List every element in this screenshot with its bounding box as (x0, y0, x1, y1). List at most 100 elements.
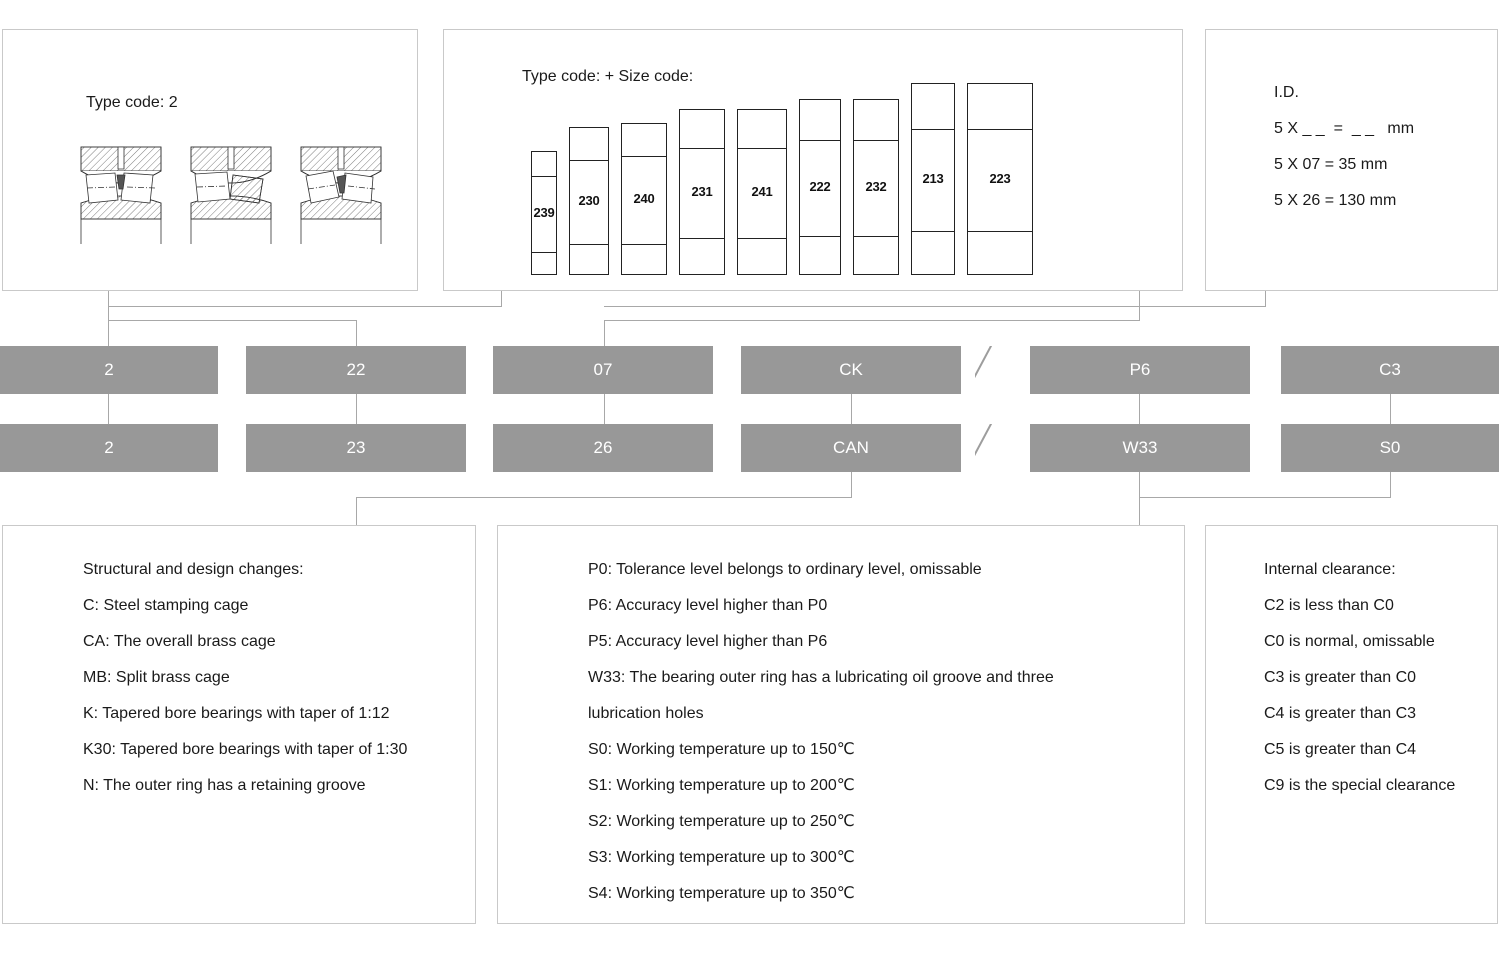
bar-segment-divider (738, 238, 786, 239)
size-code-bar-label: 230 (578, 193, 600, 208)
clearance-line: C2 is less than C0 (1264, 597, 1394, 614)
code-chip-row2-5[interactable]: S0 (1281, 424, 1499, 472)
connector-line (604, 306, 1266, 307)
structural-changes-panel: Structural and design changes: C: Steel … (2, 525, 476, 924)
bar-segment-divider (532, 252, 556, 253)
bar-segment-divider (968, 129, 1032, 130)
bar-segment-divider (854, 236, 898, 237)
bar-segment-divider (570, 160, 608, 161)
size-code-bar-label: 223 (989, 171, 1011, 186)
id-title: I.D. (1274, 84, 1299, 101)
internal-clearance-panel: Internal clearance: C2 is less than C0 C… (1205, 525, 1498, 924)
structural-changes-list: Structural and design changes: C: Steel … (83, 552, 407, 804)
connector-line (851, 472, 852, 498)
code-chip-row2-4[interactable]: W33 (1030, 424, 1250, 472)
connector-line (604, 320, 1139, 321)
id-line: 5 X _ _ = _ _ mm (1274, 120, 1415, 137)
spherical-roller-bearing-icon (300, 146, 382, 244)
inner-diameter-list: I.D. 5 X _ _ = _ _ mm 5 X 07 = 35 mm 5 X… (1274, 75, 1414, 219)
tolerance-line: S1: Working temperature up to 200℃ (588, 777, 855, 794)
bar-segment-divider (680, 238, 724, 239)
clearance-line: C3 is greater than C0 (1264, 669, 1417, 686)
size-code-bar: 241 (737, 109, 787, 275)
tolerance-line: P6: Accuracy level higher than P0 (588, 597, 828, 614)
tolerance-line: S0: Working temperature up to 150℃ (588, 741, 855, 758)
spherical-roller-bearing-icon (190, 146, 272, 244)
tolerance-line: P0: Tolerance level belongs to ordinary … (588, 561, 982, 578)
size-code-bar: 223 (967, 83, 1033, 275)
code-chip-row2-2[interactable]: 26 (493, 424, 713, 472)
connector-line (851, 394, 852, 424)
code-chip-row2-3[interactable]: CAN (741, 424, 961, 472)
code-chip-row2-1[interactable]: 23 (246, 424, 466, 472)
bearing-illustration-row (79, 145, 383, 245)
code-chip-row1-2[interactable]: 07 (493, 346, 713, 394)
size-code-bar: 232 (853, 99, 899, 275)
size-code-bar: 239 (531, 151, 557, 275)
bar-segment-divider (738, 148, 786, 149)
tolerance-list: P0: Tolerance level belongs to ordinary … (588, 552, 1054, 912)
tolerance-line: S3: Working temperature up to 300℃ (588, 849, 855, 866)
connector-line (108, 320, 356, 321)
connector-line (1390, 472, 1391, 498)
connector-line (108, 306, 502, 307)
structural-line: K: Tapered bore bearings with taper of 1… (83, 705, 390, 722)
connector-line (356, 497, 357, 525)
bar-segment-divider (680, 148, 724, 149)
size-code-bar: 213 (911, 83, 955, 275)
clearance-line: C5 is greater than C4 (1264, 741, 1417, 758)
code-chip-row1-0[interactable]: 2 (0, 346, 218, 394)
diagram-canvas: Type code: 2 Type code: + Size code: 239… (0, 0, 1500, 958)
size-code-bar: 240 (621, 123, 667, 275)
connector-line (501, 291, 502, 306)
connector-line (108, 394, 109, 424)
spherical-roller-bearing-icon (80, 146, 162, 244)
size-code-bar-label: 241 (751, 184, 773, 199)
bar-segment-divider (800, 236, 840, 237)
bar-segment-divider (968, 231, 1032, 232)
size-code-bar-label: 222 (809, 179, 831, 194)
code-chip-row1-4[interactable]: P6 (1030, 346, 1250, 394)
separator-slash-row1 (975, 346, 1009, 394)
tolerance-line: S2: Working temperature up to 250℃ (588, 813, 855, 830)
structural-line: MB: Split brass cage (83, 669, 230, 686)
connector-line (356, 394, 357, 424)
code-chip-row1-1[interactable]: 22 (246, 346, 466, 394)
tolerance-line: W33: The bearing outer ring has a lubric… (588, 669, 1054, 686)
bar-segment-divider (570, 244, 608, 245)
connector-line (1139, 394, 1140, 424)
type-code-title: Type code: 2 (86, 94, 178, 111)
code-chip-row1-5[interactable]: C3 (1281, 346, 1499, 394)
bar-segment-divider (622, 244, 666, 245)
inner-diameter-panel: I.D. 5 X _ _ = _ _ mm 5 X 07 = 35 mm 5 X… (1205, 29, 1498, 291)
id-line: 5 X 26 = 130 mm (1274, 192, 1397, 209)
bar-segment-divider (622, 156, 666, 157)
type-code-panel: Type code: 2 (2, 29, 418, 291)
tolerance-line: lubrication holes (588, 705, 704, 722)
size-code-bar-label: 232 (865, 179, 887, 194)
clearance-line: Internal clearance: (1264, 561, 1396, 578)
size-code-bar-label: 213 (922, 171, 944, 186)
connector-line (356, 497, 852, 498)
structural-line: Structural and design changes: (83, 561, 304, 578)
size-code-bar: 231 (679, 109, 725, 275)
connector-line (1139, 497, 1391, 498)
size-code-panel: Type code: + Size code: 239 230 240 231 241 2… (443, 29, 1183, 291)
connector-line (604, 394, 605, 424)
connector-line (1390, 394, 1391, 424)
code-chip-row1-3[interactable]: CK (741, 346, 961, 394)
structural-line: CA: The overall brass cage (83, 633, 276, 650)
connector-line (356, 320, 357, 349)
tolerance-line: S4: Working temperature up to 350℃ (588, 885, 855, 902)
bar-segment-divider (532, 176, 556, 177)
bar-segment-divider (912, 129, 954, 130)
separator-slash-row2 (975, 424, 1009, 472)
tolerance-panel: P0: Tolerance level belongs to ordinary … (497, 525, 1185, 924)
structural-line: C: Steel stamping cage (83, 597, 249, 614)
structural-line: K30: Tapered bore bearings with taper of… (83, 741, 408, 758)
connector-line (1139, 472, 1140, 525)
bar-segment-divider (912, 231, 954, 232)
code-chip-row2-0[interactable]: 2 (0, 424, 218, 472)
structural-line: N: The outer ring has a retaining groove (83, 777, 366, 794)
id-line: 5 X 07 = 35 mm (1274, 156, 1388, 173)
